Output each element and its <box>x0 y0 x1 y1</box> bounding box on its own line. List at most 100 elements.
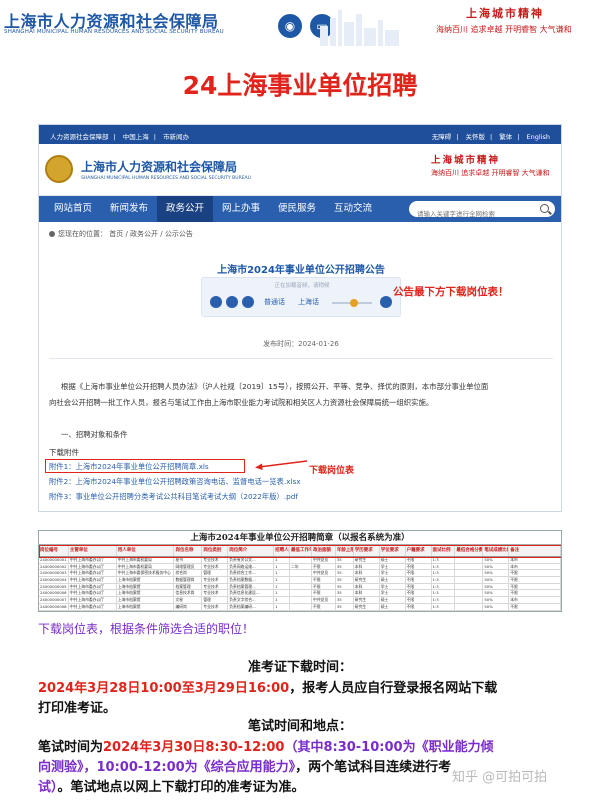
table-cell: 不限 <box>406 597 432 603</box>
table-cell: 负责有关公文... <box>228 557 275 563</box>
table-cell: 35 <box>336 563 354 570</box>
table-header-cell: 招聘人数 <box>274 545 291 556</box>
attachment-link-2[interactable]: 附件2：上海市2024年事业单位公开招聘政策咨询电话、监督电话一览表.xlsx <box>49 477 301 487</box>
weibo-icon[interactable]: ◉ <box>278 14 302 38</box>
table-header-cell: 最低合格分数线 <box>455 545 484 556</box>
table-row: 24000000005 中共上海市委办公厅 上海市档案馆 档案管理 专业技术 负责档案管理… <box>39 583 561 591</box>
table-cell <box>455 603 484 610</box>
site-spirit-title: 上海城市精神 <box>431 155 501 166</box>
table-cell: 35 <box>336 557 354 563</box>
topbar-link-china-shanghai[interactable]: 中国上海 <box>123 133 149 141</box>
table-cell: 50% <box>483 557 510 563</box>
attachments-heading: 下载附件 <box>49 448 79 457</box>
table-cell <box>290 583 312 590</box>
topbar-link-care-mode[interactable]: 关怀版 <box>465 133 485 141</box>
table-cell <box>290 610 312 611</box>
breadcrumb-text[interactable]: 您现在的位置： 首页 / 政务公开 / 公示公告 <box>58 230 193 238</box>
admission-line-1: 2024年3月28日10:00至3月29日16:00，报考人员应自行登录报名网站… <box>38 677 497 696</box>
table-cell: 1:3 <box>432 583 456 590</box>
table-cell: 负责档案数据... <box>228 577 275 583</box>
table-cell: 综合岗 <box>174 570 203 577</box>
table-cell: 上海市档案馆 <box>117 603 175 610</box>
table-cell: 硕士 <box>380 557 406 563</box>
nav-gov-affairs[interactable]: 政务公开 <box>157 196 213 222</box>
skyline-decoration-icon <box>320 10 399 46</box>
table-cell: 管理 <box>202 597 229 603</box>
search-box <box>409 201 555 222</box>
table-cell: 中共上海市委办公厅 <box>69 610 117 611</box>
nav-interaction[interactable]: 互动交流 <box>325 196 381 222</box>
table-cell: 35 <box>336 590 354 597</box>
table-cell: 负责文字综合... <box>228 597 275 603</box>
exam-line-1: 笔试时间为2024年3月30日8:30-12:00（其中8:30-10:00为《… <box>38 736 494 755</box>
table-cell: 中共上海市委办公厅 <box>69 603 117 610</box>
table-cell: 本科 <box>354 610 380 611</box>
player-hint: 正在加载音频，请稍候 <box>274 283 330 289</box>
table-cell: 50% <box>483 563 510 570</box>
table-cell: 1:3 <box>432 563 456 570</box>
table-cell: 上海市档案馆 <box>117 590 175 597</box>
publish-date: 发布时间：2024-01-26 <box>263 340 339 348</box>
table-cell <box>455 590 484 597</box>
nav-convenience[interactable]: 便民服务 <box>269 196 325 222</box>
table-cell: 负责档案保护... <box>228 610 275 611</box>
table-cell: 1 <box>274 570 291 577</box>
table-cell: 中共党员 <box>312 557 336 563</box>
table-cell: 负责综合工作... <box>228 570 275 577</box>
forward-button-icon[interactable] <box>242 296 254 308</box>
site-spirit-words: 海纳百川 追求卓越 开明睿智 大气谦和 <box>431 169 550 177</box>
table-cell: 负责网络运维... <box>228 563 275 570</box>
table-cell: 1:3 <box>432 577 456 583</box>
exam-time: 2024年3月30日8:30-12:00 <box>103 740 285 755</box>
rewind-button-icon[interactable] <box>210 296 222 308</box>
topbar-link-mohrss[interactable]: 人力资源社会保障部 <box>50 133 109 141</box>
table-header-cell: 主管单位 <box>69 545 117 556</box>
table-cell: 研究生 <box>354 603 380 610</box>
site-name[interactable]: 上海市人力资源和社会保障局 <box>81 158 237 175</box>
bureau-name-en: SHANGHAI MUNICIPAL HUMAN RESOURCES AND S… <box>4 29 224 35</box>
city-spirit-words: 海纳百川 追求卓越 开明睿智 大气谦和 <box>436 25 572 34</box>
table-row: 24000000006 中共上海市委办公厅 上海市档案馆 信息技术岗 专业技术 负责信息化… <box>39 590 561 598</box>
nav-online-services[interactable]: 网上办事 <box>213 196 269 222</box>
table-cell: 1 <box>274 577 291 583</box>
table-cell: 35 <box>336 577 354 583</box>
table-header-cell: 学历要求 <box>354 545 380 556</box>
table-cell: 本科 <box>354 590 380 597</box>
mandarin-toggle[interactable]: 普通话 <box>264 297 285 307</box>
table-cell <box>455 577 484 583</box>
table-cell: 不限 <box>406 583 432 590</box>
attachment-link-3[interactable]: 附件3：事业单位公开招聘分类考试公共科目笔试考试大纲（2022年版）.pdf <box>49 492 298 502</box>
table-header-cell: 最低工作年限 <box>290 545 312 556</box>
topbar-link-accessibility[interactable]: 无障碍 <box>432 133 452 141</box>
table-cell: 1 <box>274 590 291 597</box>
table-cell: 24000000007 <box>39 597 69 603</box>
table-cell: 负责档案管理... <box>228 583 275 590</box>
table-cell <box>290 597 312 603</box>
table-cell: 不限 <box>509 610 561 611</box>
table-cell: 1 <box>274 597 291 603</box>
attachment-link-1[interactable]: 附件1：上海市2024年事业单位公开招聘简章.xls <box>49 462 209 472</box>
search-input[interactable] <box>409 206 529 222</box>
table-cell: 50% <box>483 583 510 590</box>
shanghainese-toggle[interactable]: 上海话 <box>298 297 319 307</box>
table-cell: 专业技术 <box>202 557 229 563</box>
topbar-link-traditional[interactable]: 繁体 <box>499 133 512 141</box>
topbar-link-news-office[interactable]: 市新闻办 <box>163 133 189 141</box>
site-topbar: 人力资源社会保障部 | 中国上海 | 市新闻办 无障碍 | 关怀版 | 繁体 | Engl… <box>39 125 561 144</box>
table-cell: 学士 <box>380 583 406 590</box>
position-table: 上海市2024年事业单位公开招聘简章（以报名系统为准） 岗位编号 主管单位 用人单位… <box>38 530 562 612</box>
table-cell: 1 <box>274 583 291 590</box>
table-cell: 研究生 <box>354 577 380 583</box>
table-cell: 不限 <box>406 590 432 597</box>
volume-icon[interactable] <box>380 296 392 308</box>
volume-handle[interactable] <box>350 299 358 307</box>
topbar-link-english[interactable]: English <box>527 133 550 141</box>
table-cell: 1 <box>274 563 291 570</box>
nav-news[interactable]: 新闻发布 <box>101 196 157 222</box>
nav-home[interactable]: 网站首页 <box>45 196 101 222</box>
search-icon[interactable] <box>540 204 549 213</box>
table-header-row: 岗位编号主管单位用人单位岗位名称岗位类别岗位简介招聘人数最低工作年限政治面貌年龄… <box>39 545 561 557</box>
exam-line-3-purple: 试） <box>38 780 58 795</box>
play-button-icon[interactable] <box>226 296 238 308</box>
table-cell: 本科 <box>354 570 380 577</box>
